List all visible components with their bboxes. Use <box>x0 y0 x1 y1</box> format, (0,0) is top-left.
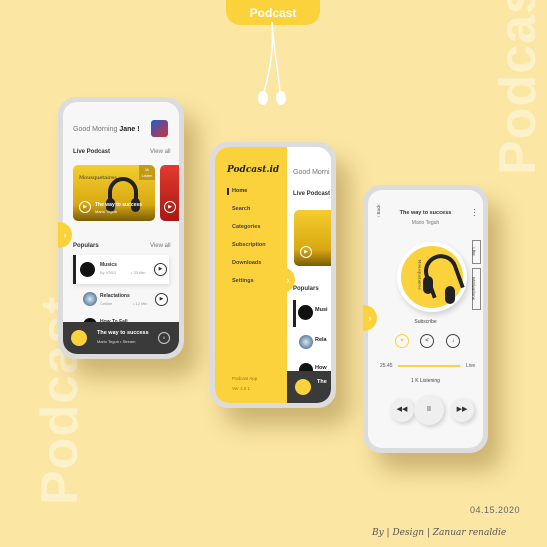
live-podcast-title: Live Podcast <box>293 191 331 197</box>
live-podcast-card[interactable]: Mousquetaires 1k Listen ▶ The way to succ… <box>73 165 155 221</box>
live-view-all-link[interactable]: View all <box>150 149 171 155</box>
menu-item-settings[interactable]: Settings <box>232 278 254 284</box>
app-version: Ver 1.0.1 <box>232 386 251 391</box>
like-button[interactable]: ♥ <box>395 334 409 348</box>
tag-motivations[interactable]: Motivations <box>471 268 481 310</box>
populars-title: Populars <box>293 286 319 292</box>
forward-button[interactable]: ▶▶ <box>450 398 474 422</box>
card-brand: Mousquetaires <box>79 175 117 181</box>
live-podcast-card-2[interactable]: ▶ <box>160 165 179 221</box>
now-playing-title: The <box>317 379 327 385</box>
now-playing-bar[interactable]: The way to success Mario Teguh • Stream … <box>63 322 179 354</box>
list-item[interactable]: Relactations Celline • 12 Min ▶ <box>73 286 169 312</box>
background-word: Podcast <box>489 0 547 175</box>
phone-home: Good Morning Jane ! Live Podcast View al… <box>58 97 184 359</box>
card-author: Mario Teguh <box>95 209 117 214</box>
populars-title: Populars <box>73 243 99 249</box>
now-playing-bar[interactable]: The <box>287 371 331 403</box>
signature: By | Design | Zanuar renaldie <box>372 528 507 538</box>
share-button[interactable]: < <box>420 334 434 348</box>
progress-slider[interactable] <box>398 365 463 367</box>
pause-button[interactable]: II <box>158 332 170 344</box>
item-title: Relactations <box>100 293 130 299</box>
subscribe-button[interactable]: Subscribe <box>368 319 483 325</box>
greeting: Good Morning <box>73 126 118 133</box>
populars-view-all-link[interactable]: View all <box>150 243 171 249</box>
elapsed-time: 25.45 <box>380 363 393 369</box>
tag-live[interactable]: Live <box>472 240 481 264</box>
download-button[interactable]: ↓ <box>446 334 460 348</box>
live-podcast-title: Live Podcast <box>73 149 111 155</box>
live-podcast-card[interactable]: ▶ <box>294 210 331 266</box>
item-duration: • 33 Min <box>131 270 146 275</box>
play-button[interactable]: ▶ <box>154 263 167 276</box>
item-duration: • 12 Min <box>133 301 148 306</box>
user-name: Jane ! <box>119 126 140 133</box>
cover-art: Mousquetaires <box>397 242 467 312</box>
now-playing-cover <box>71 330 87 346</box>
list-item[interactable]: Musics By VIVID • 33 Min ▶ <box>73 255 169 284</box>
listening-count: 1 K Listening <box>411 378 440 384</box>
side-drawer: Podcast.id Home Search Categories Subscr… <box>215 147 287 403</box>
play-button[interactable]: ▶ <box>79 201 91 213</box>
menu-item-subscription[interactable]: Subscription <box>232 242 266 248</box>
item-title: Musi <box>315 307 328 313</box>
menu-item-search[interactable]: Search <box>232 206 250 212</box>
cover-brand: Mousquetaires <box>417 259 423 290</box>
rewind-button[interactable]: ◀◀ <box>390 398 414 422</box>
podcast-title: The way to success <box>399 210 452 216</box>
listen-label: Listen <box>141 173 153 178</box>
logo: Podcast.id <box>227 165 280 175</box>
card-title: The way to success <box>95 202 142 208</box>
phone-menu: Podcast.id Home Search Categories Subscr… <box>210 142 336 408</box>
item-author: By VIVID <box>100 270 117 275</box>
live-label: Live <box>466 363 476 369</box>
item-title: Musics <box>100 262 117 268</box>
pause-button[interactable]: II <box>414 395 444 425</box>
now-playing-title: The way to success <box>97 330 149 336</box>
greeting: Good Morni <box>293 169 330 176</box>
play-button[interactable]: ▶ <box>155 293 168 306</box>
menu-item-downloads[interactable]: Downloads <box>232 260 261 266</box>
date: 04.15.2020 <box>470 505 521 515</box>
item-author: Celline <box>100 301 113 306</box>
phone-player: ↑ Back The way to success Mario Teguh · ·… <box>363 185 488 453</box>
earphones-icon <box>258 21 286 105</box>
podcast-author: Mario Teguh <box>411 220 440 226</box>
menu-item-categories[interactable]: Categories <box>232 224 260 230</box>
now-playing-subtitle: Mario Teguh • Stream <box>97 339 136 344</box>
menu-item-home[interactable]: Home <box>232 188 247 194</box>
progress-fill <box>398 365 460 367</box>
avatar[interactable] <box>151 120 168 137</box>
more-options-icon[interactable]: · · · <box>473 206 476 220</box>
app-name: Podcast App <box>232 376 258 381</box>
item-title: Rela <box>315 337 327 343</box>
